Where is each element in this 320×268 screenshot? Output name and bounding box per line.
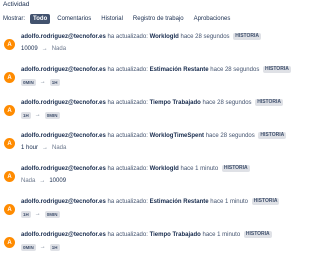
field-name: WorklogId xyxy=(149,34,179,40)
timestamp[interactable]: hace 28 segundos xyxy=(180,34,229,40)
old-value: 1H xyxy=(21,111,31,119)
activity-title: Actividad xyxy=(3,1,30,8)
avatar[interactable]: A xyxy=(4,171,15,182)
right-arrow-icon: → xyxy=(42,145,49,151)
timestamp[interactable]: hace 1 minuto xyxy=(210,199,248,205)
right-arrow-icon: → xyxy=(39,178,46,184)
entry-header: adolfo.rodriguez@tecnofor.es ha actualiz… xyxy=(21,66,291,75)
action-text: ha actualizado: xyxy=(107,166,148,172)
filter-all-button[interactable]: Todo xyxy=(30,13,51,24)
action-text: ha actualizado: xyxy=(107,199,148,205)
old-value: 1 hour xyxy=(21,145,39,151)
change-values: 0MIN → 1H xyxy=(21,78,60,86)
right-arrow-icon: → xyxy=(34,211,41,217)
timestamp[interactable]: hace 28 segundos xyxy=(210,67,259,73)
user-link[interactable]: adolfo.rodriguez@tecnofor.es xyxy=(21,34,106,40)
history-badge: HISTORIA xyxy=(221,165,250,172)
history-badge: HISTORIA xyxy=(255,99,284,106)
right-arrow-icon: → xyxy=(39,244,46,250)
filter-approvals-button[interactable]: Aprobaciones xyxy=(191,14,234,24)
user-link[interactable]: adolfo.rodriguez@tecnofor.es xyxy=(21,100,106,106)
field-name: WorklogId xyxy=(149,166,179,172)
action-text: ha actualizado: xyxy=(107,67,148,73)
avatar[interactable]: A xyxy=(4,105,15,116)
entry-header: adolfo.rodriguez@tecnofor.es ha actualiz… xyxy=(21,198,280,207)
avatar[interactable]: A xyxy=(4,204,15,215)
old-value: 1H xyxy=(21,210,31,218)
history-badge: HISTORIA xyxy=(263,66,291,73)
avatar[interactable]: A xyxy=(4,138,15,149)
old-value: 0MIN xyxy=(21,243,36,251)
change-values: 0MIN → 1H xyxy=(21,243,60,251)
new-value: 10009 xyxy=(49,178,67,184)
change-values: Nada → 10009 xyxy=(21,177,66,185)
activity-entry: A adolfo.rodriguez@tecnofor.es ha actual… xyxy=(0,66,300,92)
action-text: ha actualizado: xyxy=(107,100,148,106)
timestamp[interactable]: hace 28 segundos xyxy=(206,133,255,139)
right-arrow-icon: → xyxy=(41,46,48,52)
activity-entry: A adolfo.rodriguez@tecnofor.es ha actual… xyxy=(0,165,300,191)
change-values: 1H → 0MIN xyxy=(21,111,60,119)
activity-filter-bar: Mostrar: Todo Comentarios Historial Regi… xyxy=(3,13,233,24)
history-badge: HISTORIA xyxy=(251,198,280,205)
new-value: 0MIN xyxy=(44,210,60,218)
filter-comments-button[interactable]: Comentarios xyxy=(54,14,94,24)
field-name: Estimación Restante xyxy=(149,199,209,205)
new-value: 0MIN xyxy=(44,111,60,119)
activity-entry: A adolfo.rodriguez@tecnofor.es ha actual… xyxy=(0,132,300,158)
old-value: 0MIN xyxy=(21,78,36,86)
field-name: Estimación Restante xyxy=(149,67,209,73)
old-value: Nada xyxy=(21,178,36,184)
user-link[interactable]: adolfo.rodriguez@tecnofor.es xyxy=(21,67,106,73)
entry-header: adolfo.rodriguez@tecnofor.es ha actualiz… xyxy=(21,33,262,42)
new-value: Nada xyxy=(51,46,67,52)
history-badge: HISTORIA xyxy=(233,33,262,40)
timestamp[interactable]: hace 28 segundos xyxy=(202,100,251,106)
new-value: 1H xyxy=(49,243,60,251)
avatar[interactable]: A xyxy=(4,72,15,83)
history-badge: HISTORIA xyxy=(243,231,272,238)
user-link[interactable]: adolfo.rodriguez@tecnofor.es xyxy=(21,232,106,238)
filter-worklog-button[interactable]: Registro de trabajo xyxy=(130,14,187,24)
action-text: ha actualizado: xyxy=(107,232,148,238)
new-value: 1H xyxy=(49,78,60,86)
entry-header: adolfo.rodriguez@tecnofor.es ha actualiz… xyxy=(21,132,287,141)
avatar[interactable]: A xyxy=(4,39,15,50)
activity-entry: A adolfo.rodriguez@tecnofor.es ha actual… xyxy=(0,33,300,59)
right-arrow-icon: → xyxy=(39,79,46,85)
history-badge: HISTORIA xyxy=(258,132,287,139)
user-link[interactable]: adolfo.rodriguez@tecnofor.es xyxy=(21,199,106,205)
field-name: Tiempo Trabajado xyxy=(149,232,201,238)
field-name: WorklogTimeSpent xyxy=(149,133,205,139)
user-link[interactable]: adolfo.rodriguez@tecnofor.es xyxy=(21,166,106,172)
right-arrow-icon: → xyxy=(34,112,41,118)
change-values: 1 hour → Nada xyxy=(21,144,66,152)
entry-header: adolfo.rodriguez@tecnofor.es ha actualiz… xyxy=(21,231,272,240)
filter-label: Mostrar: xyxy=(3,15,26,22)
avatar[interactable]: A xyxy=(4,237,15,248)
activity-entry: A adolfo.rodriguez@tecnofor.es ha actual… xyxy=(0,198,300,224)
action-text: ha actualizado: xyxy=(107,34,148,40)
change-values: 10009 → Nada xyxy=(21,45,66,53)
user-link[interactable]: adolfo.rodriguez@tecnofor.es xyxy=(21,133,106,139)
action-text: ha actualizado: xyxy=(107,133,148,139)
timestamp[interactable]: hace 1 minuto xyxy=(180,166,218,172)
old-value: 10009 xyxy=(21,46,38,52)
field-name: Tiempo Trabajado xyxy=(149,100,201,106)
timestamp[interactable]: hace 1 minuto xyxy=(202,232,240,238)
entry-header: adolfo.rodriguez@tecnofor.es ha actualiz… xyxy=(21,99,284,108)
activity-entry: A adolfo.rodriguez@tecnofor.es ha actual… xyxy=(0,99,300,125)
entry-header: adolfo.rodriguez@tecnofor.es ha actualiz… xyxy=(21,165,250,174)
activity-entry: A adolfo.rodriguez@tecnofor.es ha actual… xyxy=(0,231,300,257)
change-values: 1H → 0MIN xyxy=(21,210,60,218)
new-value: Nada xyxy=(52,145,67,151)
filter-history-button[interactable]: Historial xyxy=(98,14,126,24)
